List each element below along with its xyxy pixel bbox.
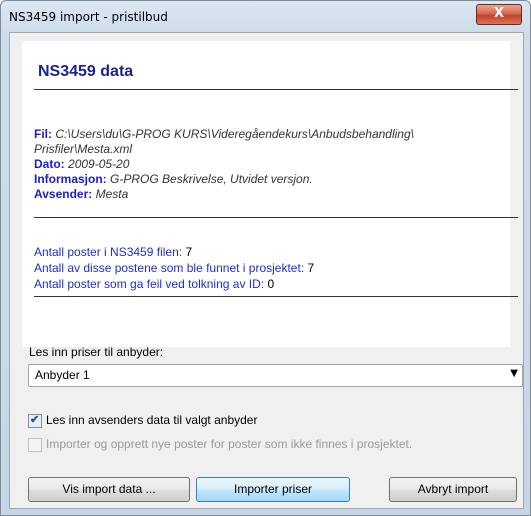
read-sender-checkbox[interactable]: ✔ (28, 414, 42, 428)
ns3459-data-panel: NS3459 data Fil: C:\Users\du\G-PROG KURS… (22, 41, 518, 347)
close-button[interactable]: X (476, 4, 522, 25)
file-label: Fil: (34, 127, 52, 141)
import-prices-button[interactable]: Importer priser (196, 477, 350, 502)
bidder-select[interactable]: Anbyder 1 ▼ (28, 364, 523, 387)
window-title: NS3459 import - pristilbud (9, 10, 168, 24)
date-value: 2009-05-20 (68, 157, 130, 171)
stat-error-posts: Antall poster som ga feil ved tolkning a… (34, 277, 275, 291)
bidder-label: Les inn priser til anbyder: (29, 345, 164, 359)
panel-heading: NS3459 data (38, 63, 134, 80)
sender-label: Avsender: (34, 187, 93, 201)
dialog-client-area: NS3459 data Fil: C:\Users\du\G-PROG KURS… (9, 32, 524, 509)
import-create-checkbox[interactable] (28, 438, 42, 452)
read-sender-label: Les inn avsenders data til valgt anbyder (46, 413, 258, 427)
divider (34, 89, 518, 90)
divider (34, 296, 518, 297)
file-path-line1: C:\Users\du\G-PROG KURS\Videregåendekurs… (55, 127, 414, 141)
checkmark-icon: ✔ (30, 414, 40, 426)
file-path-line2: Prisfiler\Mesta.xml (34, 142, 133, 156)
stat-found-posts: Antall av disse postene som ble funnet i… (34, 261, 315, 275)
date-label: Dato: (34, 157, 65, 171)
file-info: Fil: C:\Users\du\G-PROG KURS\Videregåend… (34, 127, 510, 202)
info-value: G-PROG Beskrivelse, Utvidet versjon. (110, 172, 313, 186)
title-bar: NS3459 import - pristilbud X (1, 1, 530, 32)
sender-value: Mesta (95, 187, 129, 201)
stat-total-posts: Antall poster i NS3459 filen: 7 (34, 245, 193, 259)
bidder-selected-value: Anbyder 1 (35, 368, 90, 382)
import-dialog: NS3459 import - pristilbud X NS3459 data… (0, 0, 531, 516)
view-import-data-button[interactable]: Vis import data ... (28, 477, 190, 502)
divider (34, 217, 518, 218)
info-label: Informasjon: (34, 172, 107, 186)
cancel-import-button[interactable]: Avbryt import (389, 477, 517, 502)
dropdown-arrow-icon[interactable]: ▼ (510, 368, 518, 379)
import-create-label: Importer og opprett nye poster for poste… (46, 437, 413, 451)
